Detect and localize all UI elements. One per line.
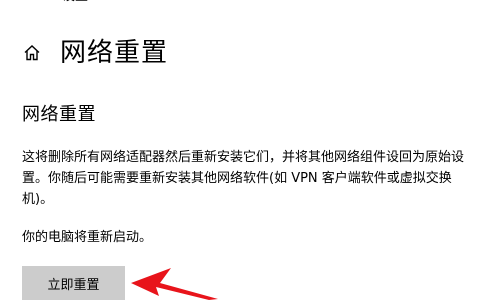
window-top-bar: ← 设置 bbox=[0, 0, 88, 5]
reset-description: 这将删除所有网络适配器然后重新安装它们，并将其他网络组件设回为原始设置。你随后可… bbox=[22, 150, 465, 207]
back-arrow-icon[interactable]: ← bbox=[0, 0, 16, 5]
page-header: 网络重置 bbox=[20, 36, 168, 70]
window-title: 设置 bbox=[62, 0, 88, 5]
reset-now-button[interactable]: 立即重置 bbox=[22, 266, 125, 300]
page-title: 网络重置 bbox=[60, 38, 169, 68]
section-title: 网络重置 bbox=[22, 104, 96, 125]
restart-note: 你的电脑将重新启动。 bbox=[22, 230, 153, 245]
home-icon[interactable] bbox=[20, 41, 44, 65]
